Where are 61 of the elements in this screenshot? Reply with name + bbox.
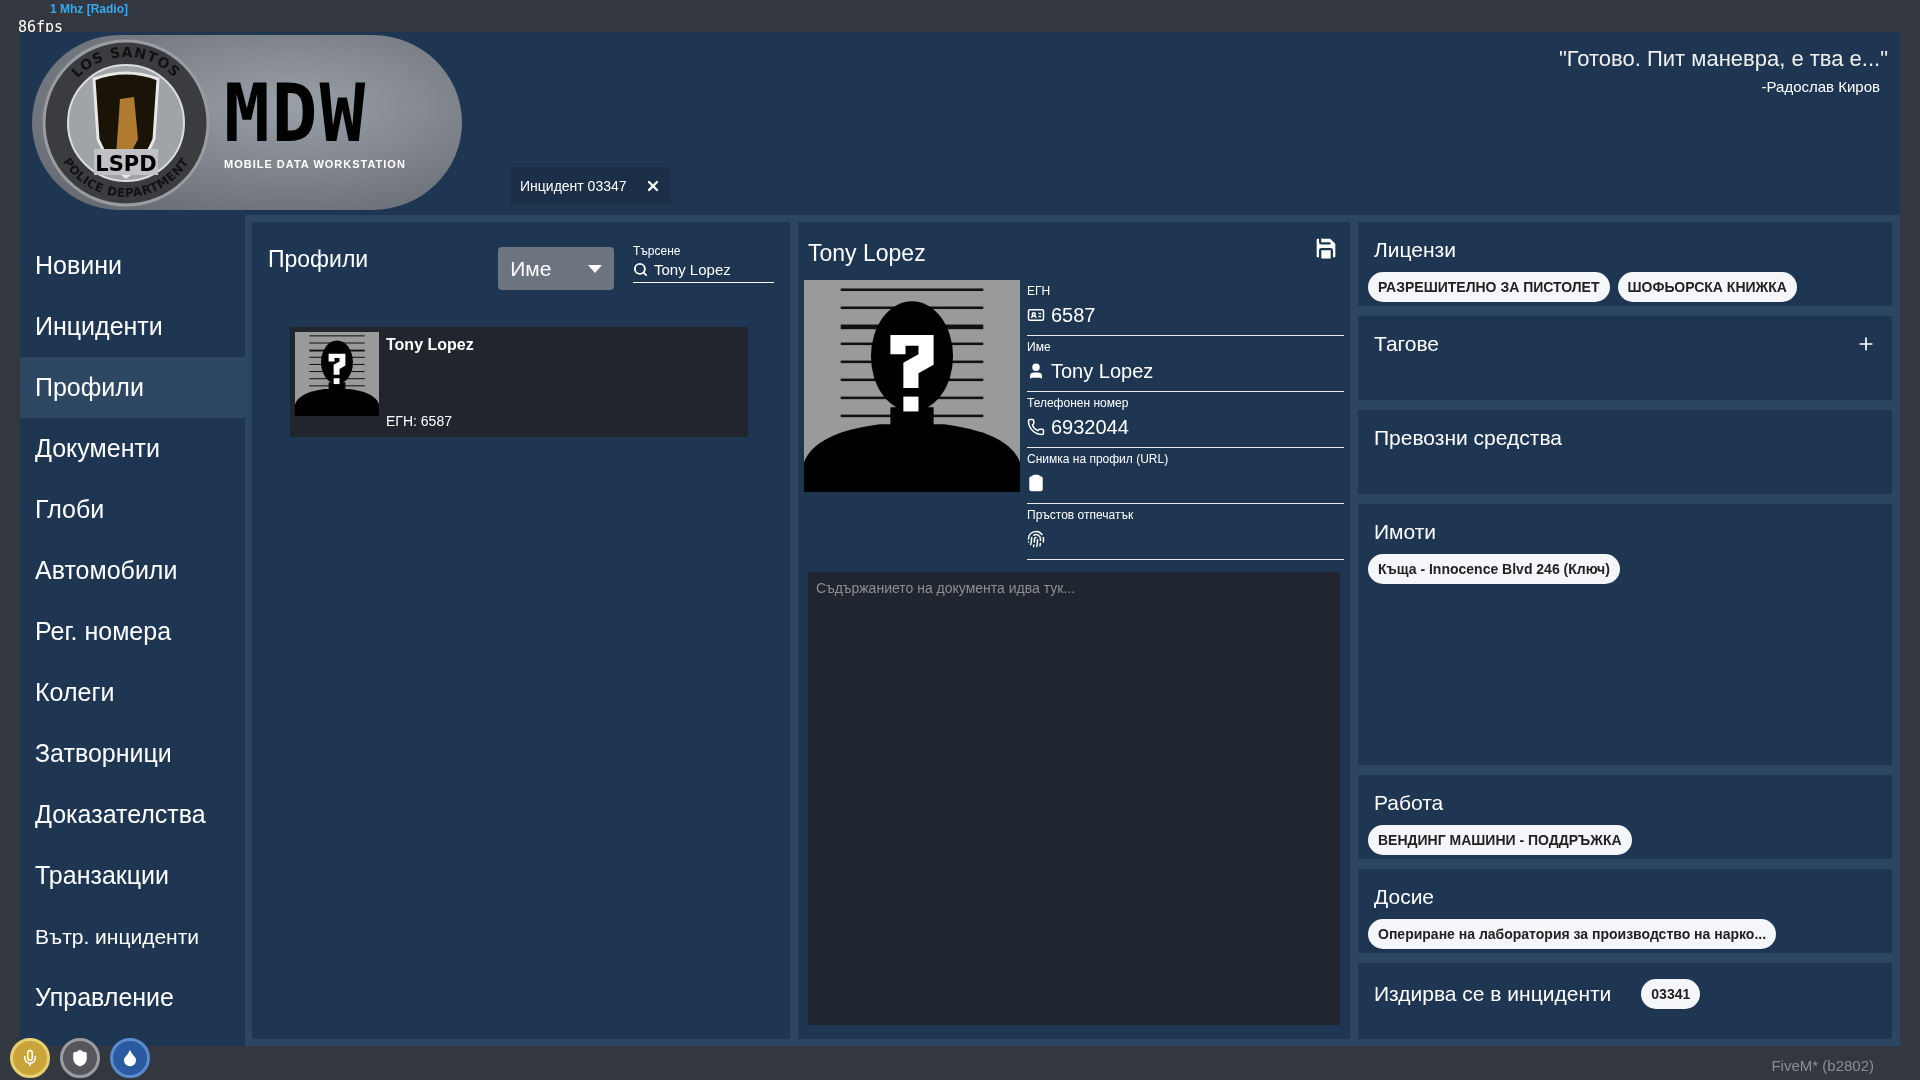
quote-author: -Радослав Киров [1761,78,1880,95]
quote-text: "Готово. Пит маневра, е тва е..." [1559,46,1888,72]
tag-chip[interactable]: 03341 [1641,979,1701,1009]
shield-icon [60,1038,100,1078]
field-input[interactable]: Tony Lopez [1051,359,1271,383]
sidebar-item[interactable]: Колеги [20,662,245,723]
phone-icon [1027,418,1045,436]
tag-chip[interactable]: ШОФЬОРСКА КНИЖКА [1617,272,1797,302]
id-card-icon [1027,306,1045,324]
fingerprint-icon [1027,530,1045,548]
person-icon [1027,362,1045,380]
sidebar-item[interactable]: Затворници [20,723,245,784]
sidebar-item[interactable]: Рег. номера [20,601,245,662]
sidebar-item[interactable]: Документи [20,418,245,479]
document-text-area[interactable]: Съдържанието на документа идва тук... [808,572,1340,1025]
open-tab[interactable]: Инцидент 03347 [510,167,671,205]
sidebar-item[interactable]: Управление [20,967,245,1028]
radio-frequency-text: 1 Mhz [Radio] [50,2,128,16]
tag-chip[interactable]: Къща - Innocence Blvd 246 (Ключ) [1368,554,1620,584]
section-title: Превозни средства [1374,426,1562,450]
search-field[interactable]: Tony Lopez [654,261,774,278]
result-id: ЕГН: 6587 [386,413,453,429]
section-title: Работа [1374,791,1444,815]
logo-subtitle: MOBILE DATA WORKSTATION [224,157,406,170]
search-icon [633,262,648,277]
field-label: Телефонен номер [1027,396,1130,410]
water-drop-icon [110,1038,150,1078]
sidebar-item[interactable]: Автомобили [20,540,245,601]
field-label: Пръстов отпечатък [1027,508,1135,522]
caret-icon [588,264,602,273]
sidebar-item[interactable]: Новини [20,235,245,296]
profile-result-card[interactable]: Tony Lopez ЕГН: 6587 [290,327,748,437]
build-version-text: FiveM* (b2802) [1771,1057,1874,1074]
field-input[interactable]: 6587 [1051,303,1271,327]
field-label: Име [1027,340,1052,354]
field-input[interactable]: 6932044 [1051,415,1271,439]
sidebar-item[interactable]: Инциденти [20,296,245,357]
field-label: ЕГН [1027,284,1052,298]
panel-title: Профили [268,246,369,273]
tag-chip[interactable]: Опериране на лаборатория за производство на нарко... [1368,919,1777,949]
section-title: Имоти [1374,520,1437,544]
section-title: Издирва се в инциденти [1374,982,1612,1006]
section-title: Тагове [1374,332,1440,356]
tag-chip[interactable]: ВЕНДИНГ МАШИНИ - ПОДДРЪЖКА [1368,825,1632,855]
sidebar-item[interactable]: Доказателства [20,784,245,845]
sidebar-item[interactable]: Вътр. инциденти [20,906,245,967]
section-title: Лицензи [1374,238,1456,262]
profile-name: Tony Lopez [808,240,926,267]
sidebar-item[interactable]: Транзакции [20,845,245,906]
fps-counter: 86fps [18,18,64,36]
result-name: Tony Lopez [386,336,474,354]
logo-title: MDW [224,73,369,154]
search-label: Търсене [633,244,682,258]
filter-dropdown[interactable]: Име [498,247,614,290]
tag-chip[interactable]: РАЗРЕШИТЕЛНО ЗА ПИСТОЛЕТ [1368,272,1610,302]
sidebar-item[interactable]: Профили [20,357,245,418]
section-title: Досие [1374,885,1435,909]
field-label: Снимка на профил (URL) [1027,452,1170,466]
tab-label[interactable]: Инцидент 03347 [520,178,627,194]
sidebar-item[interactable]: Глоби [20,479,245,540]
microphone-icon [10,1038,50,1078]
